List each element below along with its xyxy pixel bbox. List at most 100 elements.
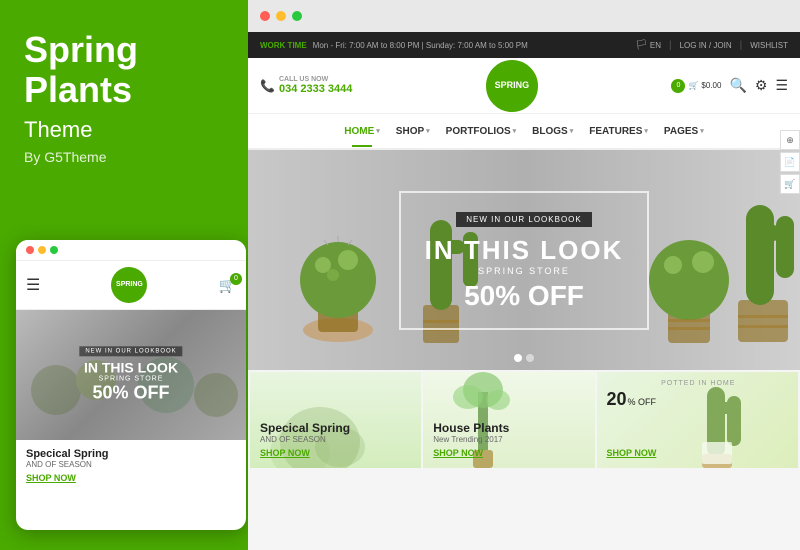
left-panel: Spring Plants Theme By G5Theme ☰ SPRING … — [0, 0, 248, 550]
topbar-login[interactable]: LOG IN / JOIN — [680, 41, 732, 50]
mobile-cart: 🛒 0 — [219, 277, 236, 294]
list-icon[interactable]: ☰ — [775, 77, 788, 94]
menu-home-arrow: ▾ — [376, 127, 380, 135]
card1-content: Specical Spring AND OF SEASON SHOP NOW — [260, 421, 411, 458]
menu-portfolios-label: PORTFOLIOS — [446, 126, 511, 137]
call-label: CALL US NOW — [279, 76, 352, 83]
topbar-lang: EN — [650, 41, 661, 50]
topbar-hours: Mon - Fri: 7:00 AM to 8:00 PM | Sunday: … — [313, 41, 528, 50]
card3-shop-now[interactable]: SHOP NOW — [607, 448, 789, 458]
mobile-dot-green — [50, 246, 58, 254]
menu-item-home[interactable]: HOME ▾ — [344, 126, 380, 137]
cart-count: 0 — [671, 79, 685, 93]
mobile-nav: ☰ SPRING 🛒 0 — [16, 261, 246, 310]
menu-pages-arrow: ▾ — [700, 127, 704, 135]
mobile-dot-red — [26, 246, 34, 254]
nav-phone: 📞 CALL US NOW 034 2333 3444 — [260, 76, 352, 95]
card3-pct: 20 — [607, 389, 627, 410]
topbar-wishlist[interactable]: WISHLIST — [750, 41, 788, 50]
slider-dot-2[interactable] — [526, 354, 534, 362]
card-specical-spring: Specical Spring AND OF SEASON SHOP NOW — [250, 372, 421, 468]
menu-item-features[interactable]: FEATURES ▾ — [589, 126, 648, 137]
nav-logo-text: SPRING — [495, 81, 530, 91]
mobile-shop-now[interactable]: SHOP NOW — [26, 473, 236, 483]
mobile-cart-badge: 0 — [230, 273, 242, 285]
theme-subtitle: Theme — [24, 117, 224, 143]
card2-subtitle: New Trending 2017 — [433, 435, 584, 444]
card3-label: POTTED IN HOME — [607, 380, 791, 387]
side-btn-1[interactable]: ⊕ — [780, 130, 800, 150]
mobile-bottom: Specical Spring AND OF SEASON SHOP NOW — [16, 440, 246, 491]
card1-shop-now[interactable]: SHOP NOW — [260, 448, 411, 458]
menu-item-pages[interactable]: PAGES ▾ — [664, 126, 704, 137]
browser-dot-minimize — [276, 11, 286, 21]
mobile-hero-subtitle: SPRING STORE — [79, 376, 182, 383]
slider-dot-1[interactable] — [514, 354, 522, 362]
hero-slider: NEW IN OUR LOOKBOOK IN THIS LOOK SPRING … — [248, 150, 800, 370]
card2-shop-now[interactable]: SHOP NOW — [433, 448, 584, 458]
card-potted-home: POTTED IN HOME 20 % OFF SHOP NOW — [597, 372, 799, 468]
menu-pages-label: PAGES — [664, 126, 698, 137]
browser-dot-maximize — [292, 11, 302, 21]
hero-content: NEW IN OUR LOOKBOOK IN THIS LOOK SPRING … — [399, 191, 650, 330]
menu-features-arrow: ▾ — [644, 127, 648, 135]
topbar-left: WORK TIME Mon - Fri: 7:00 AM to 8:00 PM … — [260, 41, 528, 50]
search-icon[interactable]: 🔍 — [729, 77, 746, 94]
side-btn-3[interactable]: 🛒 — [780, 174, 800, 194]
side-toolbar: ⊕ 📄 🛒 — [780, 130, 800, 194]
mobile-hero: NEW IN OUR LOOKBOOK IN THIS LOOK SPRING … — [16, 310, 246, 440]
menu-item-blogs[interactable]: BLOGS ▾ — [532, 126, 573, 137]
settings-icon[interactable]: ⚙ — [755, 77, 768, 94]
menu-item-shop[interactable]: SHOP ▾ — [396, 126, 430, 137]
topbar-right: 🏳 EN | LOG IN / JOIN | WISHLIST — [635, 40, 788, 51]
browser-window: WORK TIME Mon - Fri: 7:00 AM to 8:00 PM … — [248, 0, 800, 550]
mobile-window-dots — [26, 246, 58, 254]
mobile-hero-price: 50% OFF — [79, 383, 182, 404]
top-bar: WORK TIME Mon - Fri: 7:00 AM to 8:00 PM … — [248, 32, 800, 58]
hero-subtitle: SPRING STORE — [425, 266, 624, 276]
menu-bar: HOME ▾ SHOP ▾ PORTFOLIOS ▾ BLOGS ▾ FEATU… — [248, 114, 800, 150]
mobile-hero-tag: NEW IN OUR LOOKBOOK — [79, 346, 182, 356]
cart-icon: 🛒 — [688, 81, 698, 90]
mobile-hero-title: IN THIS LOOK — [79, 360, 182, 375]
card3-price-row: 20 % OFF — [607, 389, 791, 410]
main-nav: 📞 CALL US NOW 034 2333 3444 SPRING 0 🛒 $… — [248, 58, 800, 114]
card3-off: % OFF — [628, 397, 657, 407]
nav-logo[interactable]: SPRING — [486, 60, 538, 112]
mobile-logo: SPRING — [111, 267, 147, 303]
mobile-titlebar — [16, 240, 246, 261]
theme-title: Spring Plants — [24, 30, 224, 109]
cart-amount: $0.00 — [701, 81, 721, 90]
topbar-divider: | — [669, 40, 672, 51]
side-btn-2[interactable]: 📄 — [780, 152, 800, 172]
phone-number[interactable]: 034 2333 3444 — [279, 83, 352, 95]
theme-byline: By G5Theme — [24, 149, 224, 165]
browser-titlebar — [248, 0, 800, 32]
card1-subtitle: AND OF SEASON — [260, 435, 411, 444]
flag-icon: 🏳 — [635, 40, 648, 51]
hero-overlay: NEW IN OUR LOOKBOOK IN THIS LOOK SPRING … — [248, 150, 800, 370]
browser-dot-close — [260, 11, 270, 21]
menu-blogs-arrow: ▾ — [570, 127, 574, 135]
card2-content: House Plants New Trending 2017 SHOP NOW — [433, 421, 584, 458]
menu-portfolios-arrow: ▾ — [513, 127, 517, 135]
hero-title: IN THIS LOOK — [425, 235, 624, 266]
menu-features-label: FEATURES — [589, 126, 642, 137]
mobile-hero-overlay: NEW IN OUR LOOKBOOK IN THIS LOOK SPRING … — [79, 346, 182, 403]
menu-item-portfolios[interactable]: PORTFOLIOS ▾ — [446, 126, 517, 137]
card2-title: House Plants — [433, 421, 584, 435]
menu-home-label: HOME — [344, 126, 374, 137]
phone-icon: 📞 — [260, 79, 275, 93]
nav-right: 0 🛒 $0.00 🔍 ⚙ ☰ — [671, 77, 788, 94]
mobile-section-title: Specical Spring — [26, 448, 236, 460]
topbar-flag: 🏳 EN — [635, 40, 661, 51]
work-time-label: WORK TIME — [260, 41, 307, 50]
nav-cart[interactable]: 0 🛒 $0.00 — [671, 79, 721, 93]
mobile-dot-yellow — [38, 246, 46, 254]
menu-blogs-label: BLOGS — [532, 126, 568, 137]
card3-content: SHOP NOW — [607, 448, 789, 458]
menu-shop-label: SHOP — [396, 126, 424, 137]
card3-badge: POTTED IN HOME 20 % OFF — [607, 380, 791, 410]
card-house-plants: House Plants New Trending 2017 SHOP NOW — [423, 372, 594, 468]
hero-price: 50% OFF — [425, 280, 624, 312]
